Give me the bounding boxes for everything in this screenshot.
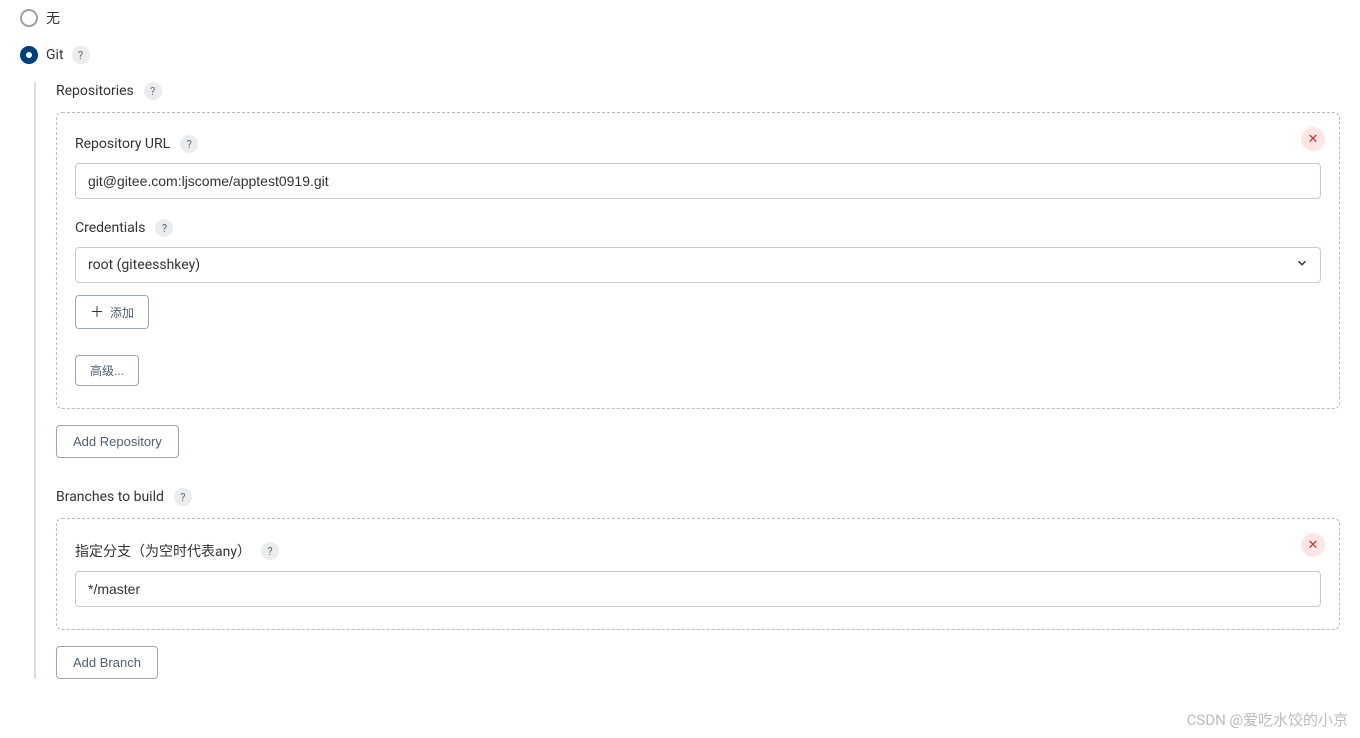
credentials-select[interactable]: root (giteesshkey)	[75, 247, 1321, 283]
repo-url-label: Repository URL	[75, 136, 170, 152]
help-icon[interactable]: ?	[144, 82, 162, 100]
branch-specifier-label: 指定分支（为空时代表any）	[75, 541, 251, 561]
credentials-label: Credentials	[75, 220, 145, 236]
help-icon[interactable]: ?	[180, 135, 198, 153]
help-icon[interactable]: ?	[261, 542, 279, 560]
scm-none-radio[interactable]	[20, 9, 38, 27]
scm-git-label: Git	[46, 47, 64, 63]
close-icon: ✕	[1308, 132, 1319, 147]
add-credentials-button[interactable]: ＋ 添加	[75, 295, 149, 329]
repositories-title: Repositories	[56, 83, 134, 99]
help-icon[interactable]: ?	[155, 219, 173, 237]
help-icon[interactable]: ?	[174, 488, 192, 506]
advanced-button[interactable]: 高级...	[75, 355, 139, 386]
scm-none-label: 无	[46, 8, 60, 28]
branches-title: Branches to build	[56, 489, 164, 505]
help-icon[interactable]: ?	[72, 46, 90, 64]
add-repository-label: Add Repository	[73, 434, 162, 449]
remove-repository-button[interactable]: ✕	[1301, 127, 1325, 151]
scm-git-radio[interactable]	[20, 46, 38, 64]
branch-specifier-input[interactable]	[75, 571, 1321, 607]
advanced-label: 高级...	[90, 362, 124, 379]
branch-item: ✕ 指定分支（为空时代表any） ?	[56, 518, 1340, 630]
plus-icon: ＋	[90, 302, 104, 322]
git-config-block: Repositories ? ✕ Repository URL ? Creden…	[34, 82, 1340, 679]
repo-url-input[interactable]	[75, 163, 1321, 199]
repository-item: ✕ Repository URL ? Credentials ? root (g…	[56, 112, 1340, 409]
add-credentials-label: 添加	[110, 304, 134, 321]
remove-branch-button[interactable]: ✕	[1301, 533, 1325, 557]
add-repository-button[interactable]: Add Repository	[56, 425, 179, 458]
add-branch-button[interactable]: Add Branch	[56, 646, 158, 679]
close-icon: ✕	[1308, 538, 1319, 553]
watermark: CSDN @爱吃水饺的小京	[1187, 709, 1348, 730]
add-branch-label: Add Branch	[73, 655, 141, 670]
